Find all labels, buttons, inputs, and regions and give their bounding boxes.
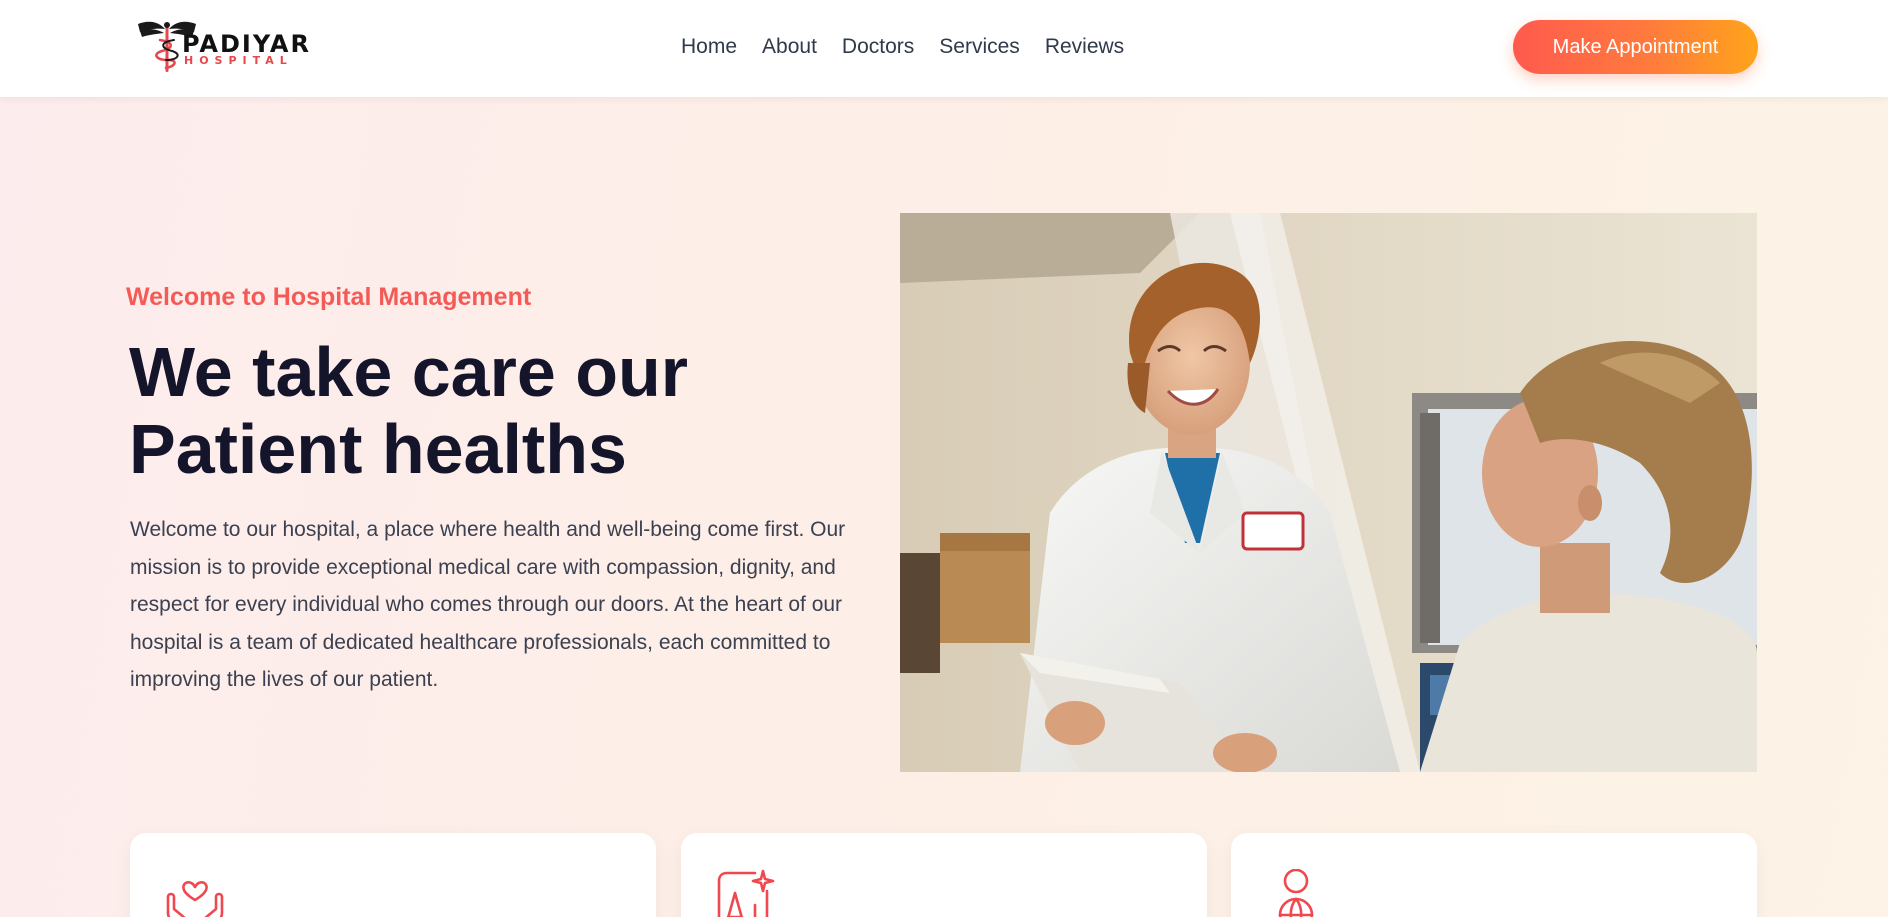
make-appointment-button[interactable]: Make Appointment [1513, 20, 1758, 74]
hero-title-line-2: Patient healths [129, 410, 627, 488]
nav-services[interactable]: Services [939, 33, 1020, 61]
feature-card-1 [130, 833, 656, 917]
hero-eyebrow: Welcome to Hospital Management [126, 283, 532, 311]
hero-title: We take care our Patient healths [129, 334, 829, 488]
caring-hands-heart-icon [166, 881, 224, 917]
person-globe-icon [1278, 869, 1314, 917]
hero-title-line-1: We take care our [129, 333, 688, 411]
brand-sub: HOSPITAL [184, 54, 293, 67]
brand-name: PADIYAR [182, 30, 311, 58]
feature-card-3 [1231, 833, 1757, 917]
hero-description: Welcome to our hospital, a place where h… [130, 518, 846, 691]
nav-doctors[interactable]: Doctors [842, 33, 914, 61]
hero-image-doctor-patient [900, 213, 1757, 772]
site-header: PADIYAR HOSPITAL Home About Doctors Serv… [0, 0, 1888, 97]
nav-reviews[interactable]: Reviews [1045, 33, 1124, 61]
nav-about[interactable]: About [762, 33, 817, 61]
ai-sparkle-icon [717, 869, 775, 917]
nav-home[interactable]: Home [681, 33, 737, 61]
doctor-patient-photo [900, 213, 1757, 772]
feature-card-2 [681, 833, 1207, 917]
hospital-logo[interactable]: PADIYAR HOSPITAL [134, 18, 314, 74]
main-nav: Home About Doctors Services Reviews [681, 33, 1124, 61]
